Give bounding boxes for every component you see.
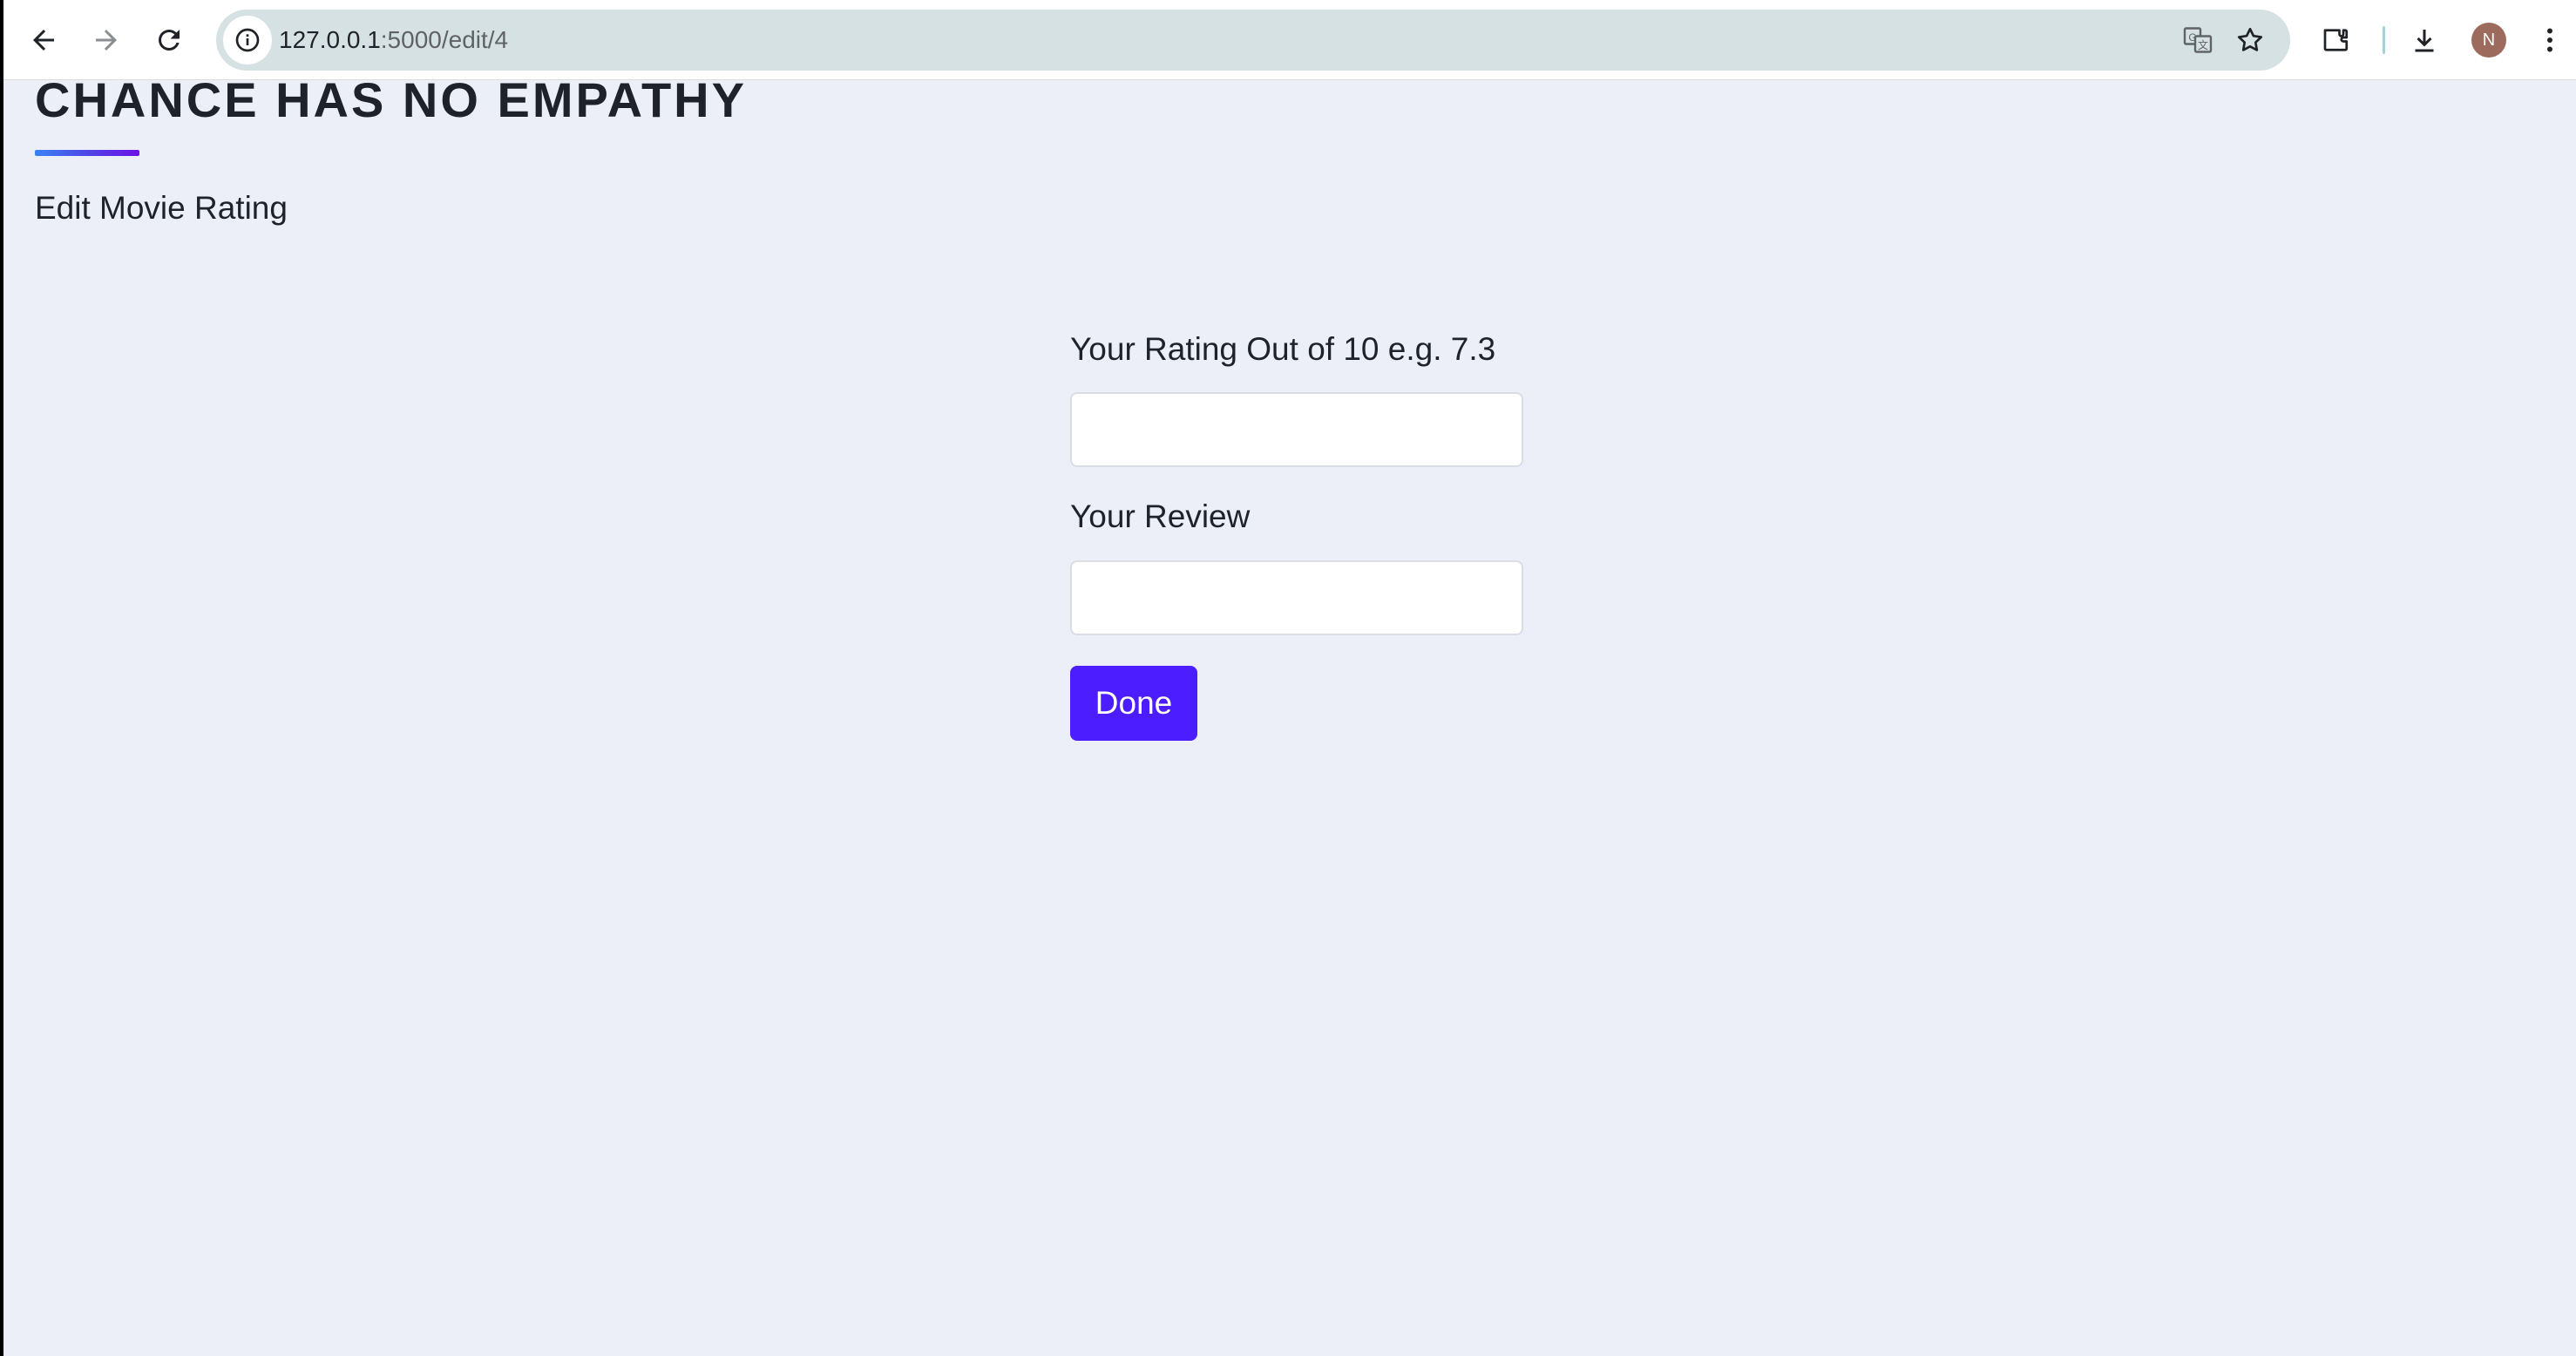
star-icon	[2237, 27, 2263, 51]
kebab-menu-icon	[2547, 28, 2552, 52]
info-circle-icon	[235, 28, 260, 52]
bookmark-button[interactable]	[2229, 19, 2271, 61]
browser-toolbar: 127.0.0.1:5000/edit/4 G文 N	[3, 0, 2576, 80]
reload-icon	[159, 30, 180, 51]
extensions-button[interactable]	[2308, 12, 2363, 68]
review-input[interactable]	[1070, 560, 1523, 635]
review-label: Your Review	[1070, 498, 1251, 534]
page-title: CHANCE HAS NO EMPATHY	[35, 72, 747, 127]
url-host: 127.0.0.1	[279, 26, 381, 53]
title-accent-bar	[35, 150, 139, 156]
site-info-button[interactable]	[223, 16, 272, 64]
arrow-left-icon	[33, 30, 54, 51]
browser-menu-button[interactable]	[2522, 12, 2576, 68]
toolbar-divider	[2383, 26, 2385, 54]
done-button[interactable]: Done	[1070, 666, 1197, 741]
url-text[interactable]: 127.0.0.1:5000/edit/4	[279, 10, 508, 71]
browser-window: 127.0.0.1:5000/edit/4 G文 N CHANCE HAS NO…	[3, 0, 2576, 1356]
svg-text:文: 文	[2198, 38, 2208, 51]
puzzle-icon	[2323, 29, 2349, 51]
back-button[interactable]	[16, 12, 71, 68]
page-subtitle: Edit Movie Rating	[35, 190, 288, 226]
forward-button[interactable]	[78, 12, 134, 68]
profile-avatar[interactable]: N	[2471, 23, 2506, 58]
downloads-button[interactable]	[2396, 12, 2452, 68]
arrow-right-icon	[96, 30, 117, 51]
rating-label: Your Rating Out of 10 e.g. 7.3	[1070, 331, 1496, 367]
rating-input[interactable]	[1070, 392, 1523, 467]
reload-button[interactable]	[141, 12, 197, 68]
translate-icon: G文	[2183, 27, 2213, 53]
translate-button[interactable]: G文	[2177, 19, 2219, 61]
download-icon	[2415, 30, 2434, 52]
address-bar[interactable]: 127.0.0.1:5000/edit/4 G文	[216, 10, 2290, 71]
url-path: :5000/edit/4	[380, 26, 509, 53]
